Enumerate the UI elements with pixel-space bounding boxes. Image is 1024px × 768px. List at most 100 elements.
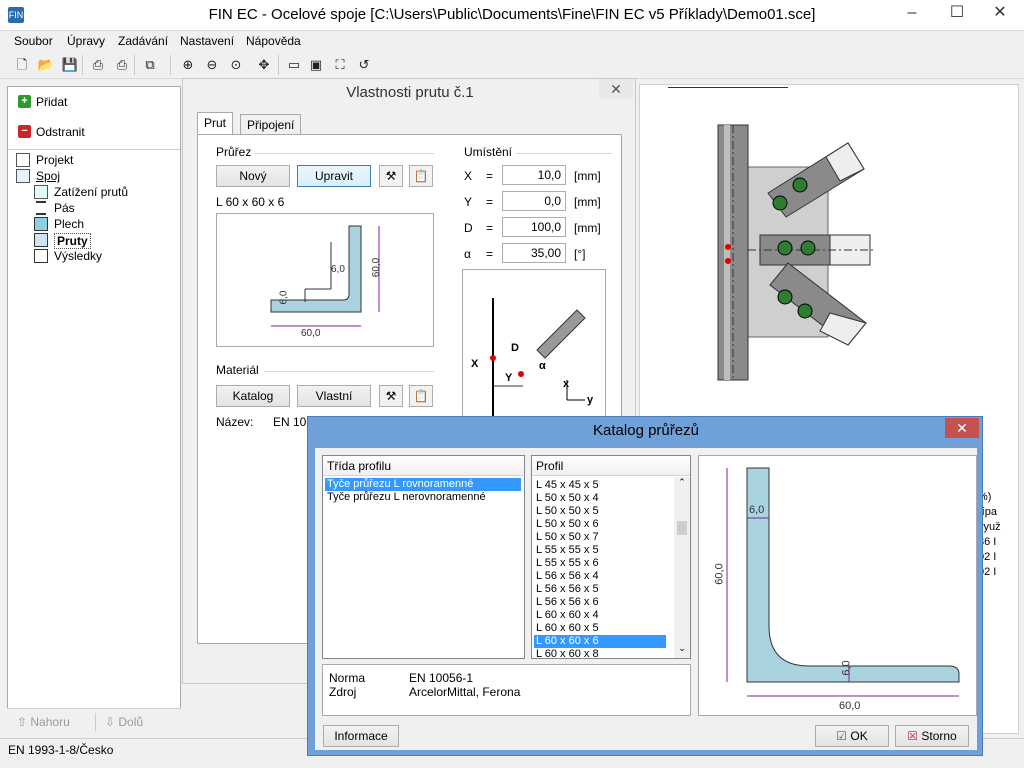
profile-item[interactable]: L 50 x 50 x 4 <box>534 492 666 505</box>
scroll-down-icon[interactable]: ⌄ <box>674 643 690 657</box>
dim-thickness-flange: 6,0 <box>278 290 290 305</box>
order-buttons: ⇧ Nahoru ⇩ Dolů <box>7 708 181 734</box>
profile-class-list[interactable]: Třída profilu Tyče průřezu L rovnoramenn… <box>322 455 525 659</box>
profile-item-selected[interactable]: L 60 x 60 x 6 <box>534 635 666 648</box>
down-button[interactable]: ⇩ Dolů <box>105 715 143 729</box>
tab-pripojeni[interactable]: Připojení <box>240 114 302 136</box>
tab-prut[interactable]: Prut <box>197 112 234 135</box>
dialog-title: Vlastnosti prutu č.1 <box>346 84 474 101</box>
title-bar: FIN FIN EC - Ocelové spoje [C:\Users\Pub… <box>0 0 1024 31</box>
print-preview-icon[interactable]: ⎙ <box>112 55 132 75</box>
param-alpha-input[interactable]: 35,00 <box>502 243 566 263</box>
profile-info-box: Norma EN 10056-1 Zdroj ArcelorMittal, Fe… <box>322 664 691 716</box>
up-button[interactable]: ⇧ Nahoru <box>17 715 70 729</box>
menu-zadavani[interactable]: Zadávání <box>118 34 168 48</box>
class-item[interactable]: Tyče průřezu L nerovnoramenné <box>325 491 521 504</box>
zoom-window-icon[interactable]: ⊙ <box>226 55 246 75</box>
profile-item[interactable]: L 55 x 55 x 6 <box>534 557 666 570</box>
profile-item[interactable]: L 60 x 60 x 8 <box>534 648 666 658</box>
param-y-input[interactable]: 0,0 <box>502 191 566 211</box>
results-icon <box>34 249 48 263</box>
dim-width: 60,0 <box>301 328 321 339</box>
load-icon <box>34 185 48 199</box>
section-clipboard-icon[interactable]: 📋 <box>409 165 433 187</box>
profile-item[interactable]: L 45 x 45 x 5 <box>534 479 666 492</box>
axis-y-label: y <box>587 394 594 406</box>
param-d-label: D <box>464 221 473 235</box>
catalog-dim-thickness-flange: 6,0 <box>840 660 853 676</box>
sketch-y-label: Y <box>505 372 513 384</box>
profile-item[interactable]: L 60 x 60 x 4 <box>534 609 666 622</box>
cancel-x-icon: ☒ <box>907 729 919 743</box>
profile-item[interactable]: L 60 x 60 x 5 <box>534 622 666 635</box>
sketch-d-label: D <box>511 342 519 354</box>
information-button[interactable]: Informace <box>323 725 399 747</box>
section-preview: 60,0 60,0 6,0 6,0 <box>216 213 434 347</box>
check-icon: ☑ <box>836 729 848 743</box>
plus-icon: + <box>18 95 31 108</box>
catalog-section-preview: 60,0 60,0 6,0 6,0 <box>698 455 977 716</box>
close-button[interactable]: ✕ <box>978 2 1022 24</box>
class-item[interactable]: Tyče průřezu L rovnoramenné <box>325 478 521 491</box>
menu-upravy[interactable]: Úpravy <box>67 34 105 48</box>
profile-item[interactable]: L 50 x 50 x 7 <box>534 531 666 544</box>
ok-button[interactable]: ☑ OK <box>815 725 889 747</box>
zoom-extents-icon[interactable]: ⛶ <box>330 55 350 75</box>
name-label: Název: <box>216 415 254 429</box>
placement-sketch: X Y D α x y <box>462 269 606 419</box>
window-title: FIN EC - Ocelové spoje [C:\Users\Public\… <box>208 6 816 23</box>
new-file-icon[interactable]: 🗋 <box>12 55 32 75</box>
scroll-thumb[interactable] <box>677 521 687 535</box>
toolbar: 🗋 📂 💾 ⎙ ⎙ ⧉ ⊕ ⊖ ⊙ ✥ ▭ ▣ ⛶ ↺ <box>0 51 1024 79</box>
zoom-fit-icon[interactable]: ▣ <box>306 55 326 75</box>
param-x-unit: [mm] <box>574 169 601 183</box>
profile-item[interactable]: L 56 x 56 x 5 <box>534 583 666 596</box>
edit-section-button[interactable]: Upravit <box>297 165 371 187</box>
catalog-button[interactable]: Katalog <box>216 385 290 407</box>
zoom-all-icon[interactable]: ▭ <box>284 55 304 75</box>
print-icon[interactable]: ⎙ <box>88 55 108 75</box>
scroll-up-icon[interactable]: ⌃ <box>674 477 690 491</box>
copy-icon[interactable]: ⧉ <box>140 55 160 75</box>
menu-nastaveni[interactable]: Nastavení <box>180 34 234 48</box>
param-y-label: Y <box>464 195 473 209</box>
param-x-input[interactable]: 10,0 <box>502 165 566 185</box>
add-button[interactable]: + Přidat <box>12 89 176 115</box>
profile-item[interactable]: L 56 x 56 x 6 <box>534 596 666 609</box>
menu-soubor[interactable]: Soubor <box>14 34 53 48</box>
cancel-button[interactable]: ☒ Storno <box>895 725 969 747</box>
open-folder-icon[interactable]: 📂 <box>36 55 56 75</box>
catalog-close-button[interactable]: ✕ <box>945 418 979 438</box>
material-tool-icon[interactable]: ⚒ <box>379 385 403 407</box>
new-section-button[interactable]: Nový <box>216 165 290 187</box>
remove-button[interactable]: − Odstranit <box>12 119 176 145</box>
sketch-alpha-label: α <box>539 360 546 372</box>
profile-item[interactable]: L 50 x 50 x 5 <box>534 505 666 518</box>
pan-icon[interactable]: ✥ <box>254 55 274 75</box>
profile-scrollbar[interactable]: ⌃ ⌄ <box>674 477 690 658</box>
own-material-button[interactable]: Vlastní <box>297 385 371 407</box>
param-d-unit: [mm] <box>574 221 601 235</box>
zoom-previous-icon[interactable]: ↺ <box>354 55 374 75</box>
source-label: Zdroj <box>329 685 357 699</box>
source-value: ArcelorMittal, Ferona <box>409 685 521 699</box>
param-d-input[interactable]: 100,0 <box>502 217 566 237</box>
material-clipboard-icon[interactable]: 📋 <box>409 385 433 407</box>
minus-icon: − <box>18 125 31 138</box>
profile-item[interactable]: L 55 x 55 x 5 <box>534 544 666 557</box>
profile-item[interactable]: L 50 x 50 x 6 <box>534 518 666 531</box>
zoom-out-icon[interactable]: ⊖ <box>202 55 222 75</box>
joint-icon <box>16 169 30 183</box>
dialog-close-button[interactable]: ✕ <box>599 79 633 99</box>
members-icon <box>34 233 48 247</box>
zoom-in-icon[interactable]: ⊕ <box>178 55 198 75</box>
section-tool-icon[interactable]: ⚒ <box>379 165 403 187</box>
profile-item[interactable]: L 56 x 56 x 4 <box>534 570 666 583</box>
menu-napoveda[interactable]: Nápověda <box>246 34 301 48</box>
save-icon[interactable]: 💾 <box>60 55 80 75</box>
minimize-button[interactable]: – <box>890 2 934 24</box>
profile-list[interactable]: Profil L 45 x 45 x 5 L 50 x 50 x 4 L 50 … <box>531 455 691 659</box>
maximize-button[interactable]: ☐ <box>935 2 979 24</box>
placement-group-title: Umístění <box>464 145 513 159</box>
sketch-x-label: X <box>471 358 479 370</box>
